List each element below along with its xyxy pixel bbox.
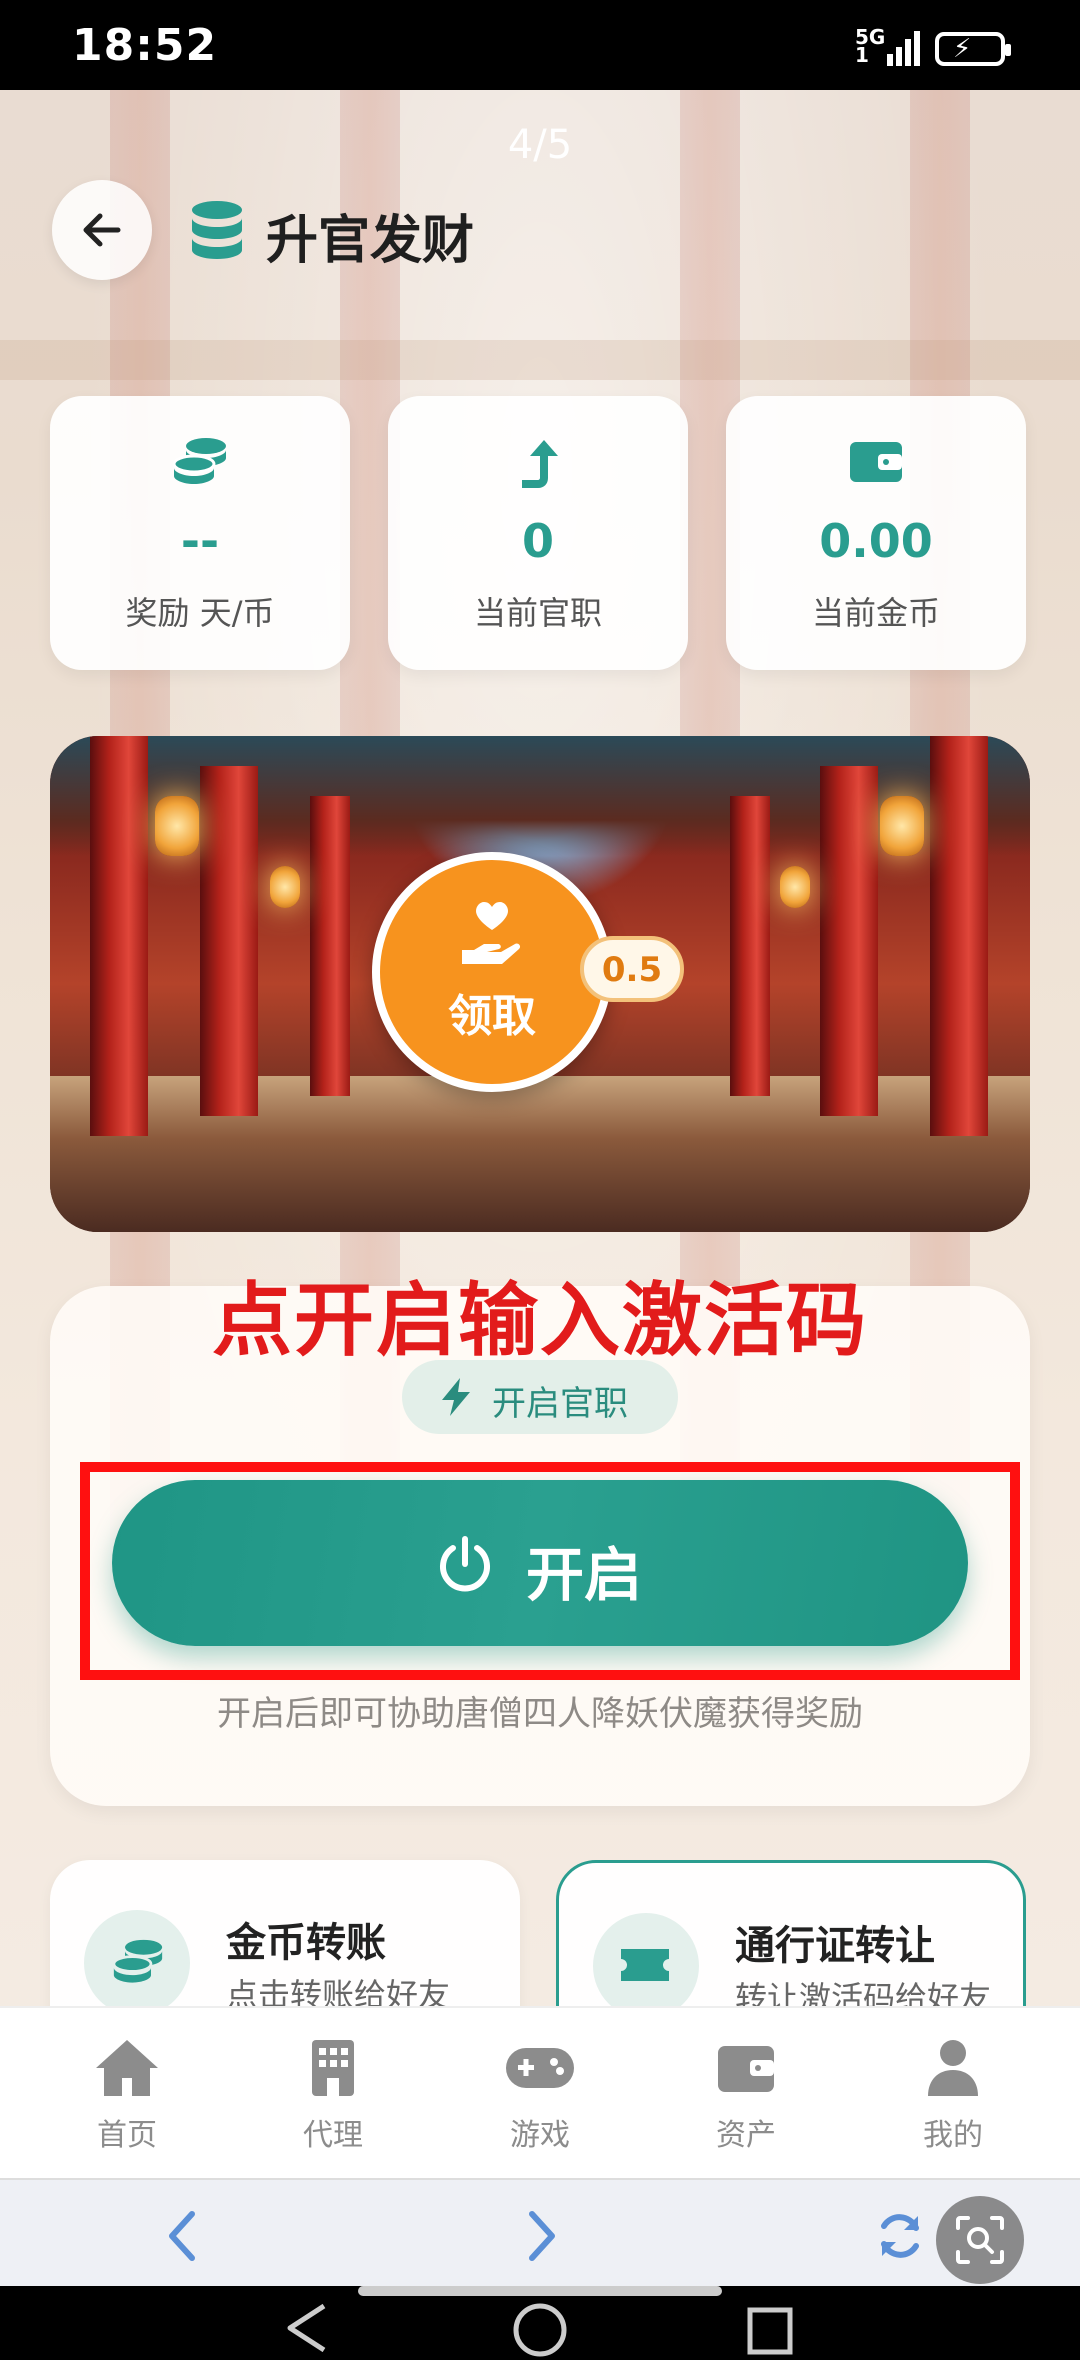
app-screen: 4/5 升官发财 -- 奖励 天/币 0 当前官职 0.00 当前金币 领取 0… [0, 90, 1080, 2006]
banner-column [90, 736, 148, 1136]
status-bar: 18:52 5G 1 ⚡ [0, 0, 1080, 90]
system-recents-icon[interactable] [746, 2306, 796, 2356]
nav-item-assets[interactable]: 资产 [676, 2038, 816, 2154]
nav-item-mine[interactable]: 我的 [883, 2038, 1023, 2154]
browser-refresh-icon[interactable] [872, 2208, 928, 2264]
building-icon [263, 2038, 403, 2102]
system-back-icon[interactable] [280, 2302, 340, 2352]
claim-amount-badge: 0.5 [580, 936, 684, 1002]
activation-hint: 开启后即可协助唐僧四人降妖伏魔获得奖励 [217, 1694, 863, 1734]
rank-value: 0 [521, 514, 554, 568]
banner-column [930, 736, 988, 1136]
rank-chip-label: 开启官职 [492, 1384, 628, 1424]
lantern-icon [270, 866, 300, 908]
gamepad-icon [470, 2038, 610, 2102]
nav-label-mine: 我的 [923, 2118, 983, 2153]
rank-label: 当前官职 [473, 594, 602, 632]
status-time: 18:52 [72, 20, 218, 71]
stat-card-coins: 0.00 当前金币 [726, 396, 1026, 670]
arrow-left-icon [83, 213, 121, 247]
nav-item-agent[interactable]: 代理 [263, 2038, 403, 2154]
bottom-nav: 首页 代理 游戏 资产 我的 [0, 2006, 1080, 2180]
stat-card-rank: 0 当前官职 [388, 396, 688, 670]
network-indicator: 5G 1 [855, 27, 885, 65]
annotation-text: 点开启输入激活码 [212, 1274, 868, 1367]
coins-icon [50, 436, 350, 496]
coins-icon [84, 1910, 190, 2006]
home-icon [57, 2038, 197, 2102]
gesture-handle[interactable] [358, 2286, 722, 2296]
coin-transfer-title: 金币转账 [226, 1920, 386, 1966]
nav-label-game: 游戏 [510, 2118, 570, 2153]
coins-value: 0.00 [819, 514, 933, 568]
pass-transfer-title: 通行证转让 [735, 1923, 935, 1969]
stat-card-reward: -- 奖励 天/币 [50, 396, 350, 670]
wallet-icon [726, 436, 1026, 490]
lantern-icon [780, 866, 810, 908]
browser-back-icon[interactable] [160, 2208, 204, 2264]
arrow-up-icon [388, 436, 688, 496]
database-icon [192, 201, 242, 259]
lantern-icon [155, 796, 199, 856]
lantern-icon [880, 796, 924, 856]
nav-label-assets: 资产 [716, 2118, 776, 2153]
banner-column [200, 766, 258, 1116]
pass-transfer-card[interactable]: 通行证转让 转让激活码给好友 [556, 1860, 1026, 2006]
back-button[interactable] [52, 180, 152, 280]
rank-chip: 开启官职 [402, 1360, 678, 1434]
browser-forward-icon[interactable] [520, 2208, 564, 2264]
annotation-highlight-box [80, 1462, 1020, 1680]
banner-floor [50, 1076, 1030, 1232]
nav-item-game[interactable]: 游戏 [470, 2038, 610, 2154]
coins-label: 当前金币 [811, 594, 940, 632]
heart-hand-icon [462, 902, 521, 964]
nav-label-agent: 代理 [303, 2118, 363, 2153]
screen-search-button[interactable] [936, 2196, 1024, 2284]
battery-icon: ⚡ [935, 32, 1011, 66]
scan-search-icon [956, 2216, 1004, 2264]
signal-icon [887, 31, 920, 66]
claim-label: 领取 [448, 991, 536, 1042]
coin-transfer-subtitle: 点击转账给好友 [226, 1976, 451, 2006]
reward-label: 奖励 天/币 [125, 594, 275, 632]
system-nav-bar [0, 2286, 1080, 2357]
page-title: 升官发财 [266, 211, 475, 271]
coin-transfer-card[interactable]: 金币转账 点击转账给好友 [50, 1860, 520, 2006]
lightning-icon [442, 1378, 470, 1416]
system-home-icon[interactable] [510, 2300, 570, 2360]
background-beam [0, 340, 1080, 380]
reward-value: -- [180, 514, 220, 568]
charging-icon: ⚡ [953, 34, 972, 64]
banner-column [310, 796, 350, 1096]
browser-toolbar [0, 2178, 1080, 2288]
ticket-icon [593, 1913, 699, 2006]
nav-item-home[interactable]: 首页 [57, 2038, 197, 2154]
banner-column [820, 766, 878, 1116]
page-indicator: 4/5 [507, 122, 573, 168]
pass-transfer-subtitle: 转让激活码给好友 [735, 1979, 992, 2006]
wallet-icon [676, 2038, 816, 2102]
claim-button[interactable]: 领取 [372, 852, 612, 1092]
nav-label-home: 首页 [97, 2118, 157, 2153]
user-icon [883, 2038, 1023, 2102]
banner-column [730, 796, 770, 1096]
